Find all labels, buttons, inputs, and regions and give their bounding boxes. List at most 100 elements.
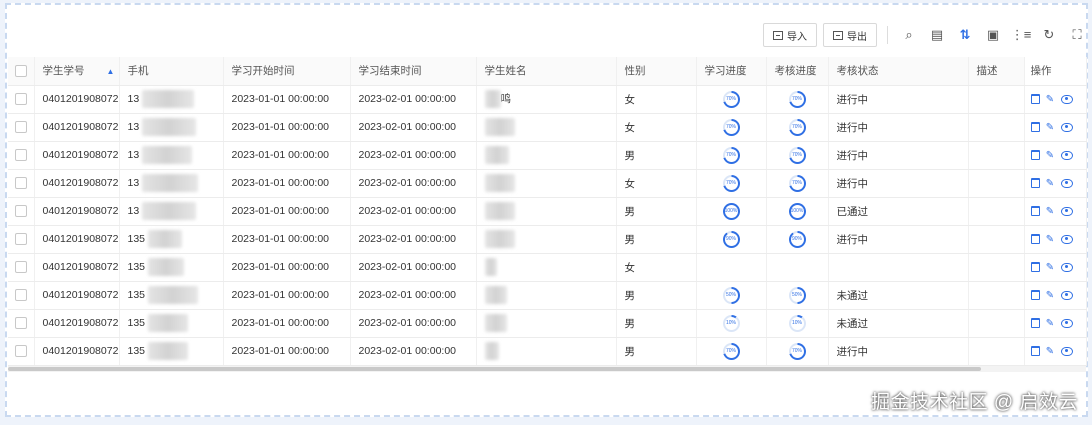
student-name-cell: [476, 281, 617, 310]
actions-cell: ✎: [1024, 197, 1087, 226]
view-icon[interactable]: [1060, 346, 1073, 356]
end-time-cell: 2023-02-01 00:00:00: [350, 197, 477, 226]
row-select-cell[interactable]: [8, 281, 35, 310]
student-id-cell: 0401201908072: [34, 141, 120, 170]
edit-icon[interactable]: ✎: [1045, 234, 1056, 245]
student-id-cell: 0401201908072: [34, 113, 120, 142]
delete-icon[interactable]: [1030, 94, 1040, 105]
progress-ring: 10%: [788, 314, 806, 332]
row-select-cell[interactable]: [8, 169, 35, 198]
sort-icon[interactable]: ⇅: [954, 24, 976, 46]
print-icon[interactable]: ▣: [982, 24, 1004, 46]
view-icon[interactable]: [1060, 122, 1073, 132]
gender-cell: 女: [616, 253, 697, 282]
row-checkbox[interactable]: [15, 345, 27, 358]
table-row[interactable]: 0401201908072 135 2023-01-01 00:00:00 20…: [8, 337, 1087, 366]
row-select-cell[interactable]: [8, 309, 35, 338]
delete-icon[interactable]: [1030, 290, 1040, 301]
delete-icon[interactable]: [1030, 262, 1040, 273]
edit-icon[interactable]: ✎: [1045, 262, 1056, 273]
view-icon[interactable]: [1060, 150, 1073, 160]
view-icon[interactable]: [1060, 262, 1073, 272]
view-icon[interactable]: [1060, 94, 1073, 104]
select-all-cell[interactable]: [8, 57, 35, 86]
row-select-cell[interactable]: [8, 197, 35, 226]
view-icon[interactable]: [1060, 234, 1073, 244]
toolbar-divider: [887, 26, 888, 44]
import-label: 导入: [787, 31, 807, 43]
refresh-icon[interactable]: ↻: [1038, 24, 1060, 46]
row-select-cell[interactable]: [8, 225, 35, 254]
edit-icon[interactable]: ✎: [1045, 318, 1056, 329]
view-icon[interactable]: [1060, 290, 1073, 300]
delete-icon[interactable]: [1030, 318, 1040, 329]
redacted-blur: [142, 118, 197, 136]
actions-cell: ✎: [1024, 141, 1087, 170]
edit-icon[interactable]: ✎: [1045, 290, 1056, 301]
redacted-blur: [484, 258, 497, 276]
row-select-cell[interactable]: [8, 337, 35, 366]
sort-asc-icon[interactable]: ▲: [107, 67, 115, 76]
table-row[interactable]: 0401201908072 135 2023-01-01 00:00:00 20…: [8, 281, 1087, 310]
columns-icon[interactable]: ⋮≡: [1010, 24, 1032, 46]
row-checkbox[interactable]: [15, 121, 27, 134]
horizontal-scrollbar[interactable]: [8, 367, 981, 371]
table-row[interactable]: 0401201908072 13 2023-01-01 00:00:00 202…: [8, 85, 1087, 114]
row-checkbox[interactable]: [15, 205, 27, 218]
progress-value: 70%: [790, 120, 804, 134]
delete-icon[interactable]: [1030, 178, 1040, 189]
view-icon[interactable]: [1060, 318, 1073, 328]
table-row[interactable]: 0401201908072 13 2023-01-01 00:00:00 202…: [8, 197, 1087, 226]
search-icon[interactable]: ⌕: [898, 24, 920, 46]
table-row[interactable]: 0401201908072 135 2023-01-01 00:00:00 20…: [8, 253, 1087, 282]
learn-progress-cell: 70%: [696, 85, 767, 114]
table-row[interactable]: 0401201908072 135 2023-01-01 00:00:00 20…: [8, 225, 1087, 254]
row-checkbox[interactable]: [15, 261, 27, 274]
gender-cell: 男: [616, 281, 697, 310]
actions-cell: ✎: [1024, 337, 1087, 366]
row-checkbox[interactable]: [15, 317, 27, 330]
end-time-cell: 2023-02-01 00:00:00: [350, 225, 477, 254]
list-icon[interactable]: ▤: [926, 24, 948, 46]
delete-icon[interactable]: [1030, 206, 1040, 217]
edit-icon[interactable]: ✎: [1045, 122, 1056, 133]
end-time-cell: 2023-02-01 00:00:00: [350, 169, 477, 198]
redacted-blur: [484, 146, 509, 164]
row-checkbox[interactable]: [15, 289, 27, 302]
fullscreen-icon[interactable]: ⛶: [1066, 24, 1088, 46]
view-icon[interactable]: [1060, 206, 1073, 216]
row-checkbox[interactable]: [15, 233, 27, 246]
row-select-cell[interactable]: [8, 253, 35, 282]
column-label: 学生学号: [42, 65, 85, 78]
learn-progress-cell: 50%: [696, 281, 767, 310]
row-select-cell[interactable]: [8, 141, 35, 170]
edit-icon[interactable]: ✎: [1045, 178, 1056, 189]
table-row[interactable]: 0401201908072 13 2023-01-01 00:00:00 202…: [8, 141, 1087, 170]
import-button[interactable]: 导入: [763, 23, 817, 47]
delete-icon[interactable]: [1030, 150, 1040, 161]
table-row[interactable]: 0401201908072 13 2023-01-01 00:00:00 202…: [8, 113, 1087, 142]
column-header-student-id[interactable]: 学生学号 ▲: [34, 57, 120, 86]
redacted-blur: [142, 202, 197, 220]
edit-icon[interactable]: ✎: [1045, 94, 1056, 105]
edit-icon[interactable]: ✎: [1045, 346, 1056, 357]
delete-icon[interactable]: [1030, 234, 1040, 245]
phone-cell: 13: [119, 141, 224, 170]
row-checkbox[interactable]: [15, 149, 27, 162]
delete-icon[interactable]: [1030, 122, 1040, 133]
row-select-cell[interactable]: [8, 85, 35, 114]
phone-cell: 13: [119, 197, 224, 226]
view-icon[interactable]: [1060, 178, 1073, 188]
edit-icon[interactable]: ✎: [1045, 206, 1056, 217]
edit-icon[interactable]: ✎: [1045, 150, 1056, 161]
row-checkbox[interactable]: [15, 93, 27, 106]
delete-icon[interactable]: [1030, 346, 1040, 357]
table-row[interactable]: 0401201908072 135 2023-01-01 00:00:00 20…: [8, 309, 1087, 338]
row-select-cell[interactable]: [8, 113, 35, 142]
exam-status-cell: 未通过: [828, 281, 969, 310]
row-checkbox[interactable]: [15, 177, 27, 190]
table-row[interactable]: 0401201908072 13 2023-01-01 00:00:00 202…: [8, 169, 1087, 198]
select-all-checkbox[interactable]: [15, 64, 27, 77]
export-button[interactable]: 导出: [823, 23, 877, 47]
exam-progress-cell: 70%: [766, 85, 829, 114]
